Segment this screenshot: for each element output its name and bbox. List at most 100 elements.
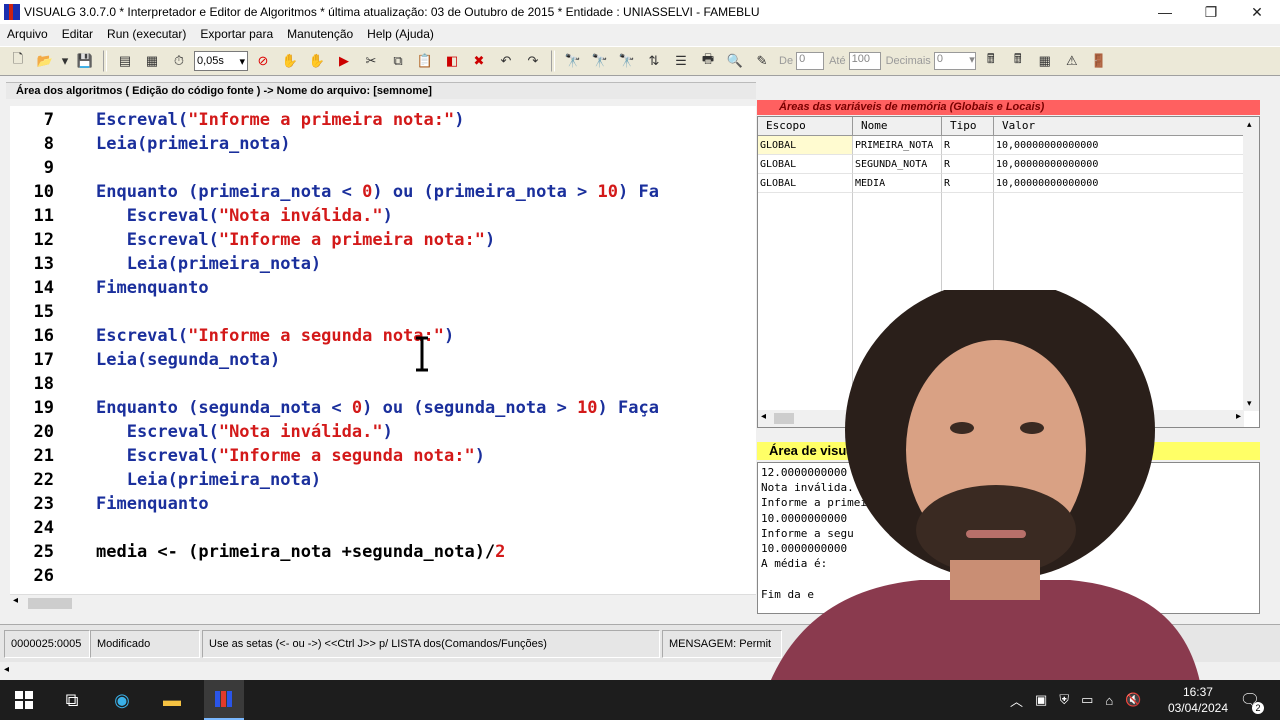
code-line[interactable]: 21 Escreval("Informe a segunda nota:") (10, 444, 756, 468)
new-file-icon[interactable]: 🗋 (6, 49, 30, 73)
save-icon[interactable]: 💾 (73, 49, 97, 73)
open-folder-icon[interactable]: 📂 (33, 49, 57, 73)
code-line[interactable]: 17 Leia(segunda_nota) (10, 348, 756, 372)
meet-now-icon[interactable]: ▣ (1035, 692, 1047, 708)
decimais-select[interactable]: 0 ▾ (933, 52, 976, 70)
code-line[interactable]: 8 Leia(primeira_nota) (10, 132, 756, 156)
stop-icon[interactable]: ⊘ (251, 49, 275, 73)
menu-arquivo[interactable]: Arquivo (0, 27, 55, 41)
code-line[interactable]: 9 (10, 156, 756, 180)
scroll-left-icon[interactable]: ◂ (4, 664, 9, 675)
var-nome[interactable]: MEDIA (853, 174, 942, 193)
code-line[interactable]: 15 (10, 300, 756, 324)
redo-icon[interactable]: ↷ (521, 49, 545, 73)
code-line[interactable]: 24 (10, 516, 756, 540)
var-escopo[interactable]: GLOBAL (758, 136, 853, 155)
battery-icon[interactable]: ▭ (1081, 692, 1093, 708)
speed-select[interactable]: 0,05s ▾ (194, 51, 248, 71)
preview-icon[interactable]: 🔍 (723, 49, 747, 73)
col-nome[interactable]: Nome (853, 117, 942, 136)
col-valor[interactable]: Valor (994, 117, 1244, 136)
notifications-icon[interactable]: 🗨 2 (1236, 686, 1264, 714)
security-icon[interactable]: ⛨ (1059, 692, 1069, 708)
menu-help[interactable]: Help (Ajuda) (360, 27, 441, 41)
menu-editar[interactable]: Editar (55, 27, 100, 41)
menu-exportar[interactable]: Exportar para (193, 27, 280, 41)
code-line[interactable]: 12 Escreval("Informe a primeira nota:") (10, 228, 756, 252)
chevron-up-icon[interactable]: ︿ (1010, 691, 1023, 710)
code-line[interactable]: 25 media <- (primeira_nota +segunda_nota)… (10, 540, 756, 564)
help-icon[interactable]: ⚠ (1060, 49, 1084, 73)
minimize-button[interactable]: — (1142, 0, 1188, 24)
undo-icon[interactable]: ↶ (494, 49, 518, 73)
var-nome[interactable]: PRIMEIRA_NOTA (853, 136, 942, 155)
delete-icon[interactable]: ✖ (467, 49, 491, 73)
code-editor[interactable]: 7 Escreval("Informe a primeira nota:") 8 Le… (10, 106, 756, 594)
var-valor[interactable]: 10,00000000000000 (994, 174, 1244, 193)
table-icon[interactable]: ▦ (1033, 49, 1057, 73)
hand-icon[interactable]: ✋ (278, 49, 302, 73)
var-valor[interactable]: 10,00000000000000 (994, 155, 1244, 174)
calculator-icon[interactable]: 🖩 (1006, 49, 1030, 73)
code-line[interactable]: 22 Leia(primeira_nota) (10, 468, 756, 492)
code-line[interactable]: 26 (10, 564, 756, 588)
find-icon[interactable]: 🔭 (561, 49, 585, 73)
var-tipo[interactable]: R (942, 174, 994, 193)
breakpoint-icon[interactable]: ✋ (305, 49, 329, 73)
code-line[interactable]: 19 Enquanto (segunda_nota < 0) ou (segund… (10, 396, 756, 420)
close-button[interactable]: ✕ (1234, 0, 1280, 24)
code-line[interactable]: 14 Fimenquanto (10, 276, 756, 300)
run-file-icon[interactable]: ▤ (113, 49, 137, 73)
step-icon[interactable]: ▦ (140, 49, 164, 73)
dropdown-arrow-icon[interactable]: ▾ (60, 49, 70, 73)
scroll-thumb[interactable] (28, 598, 72, 609)
code-line[interactable]: 11 Escreval("Nota inválida.") (10, 204, 756, 228)
scroll-left-icon[interactable]: ◂ (761, 411, 766, 422)
indent-icon[interactable]: ☰ (669, 49, 693, 73)
sort-icon[interactable]: ⇅ (642, 49, 666, 73)
edge-browser-icon[interactable]: ◉ (108, 686, 136, 714)
windows-start-icon[interactable] (10, 686, 38, 714)
var-tipo[interactable]: R (942, 136, 994, 155)
task-view-icon[interactable]: ⧉ (58, 686, 86, 714)
var-escopo[interactable]: GLOBAL (758, 155, 853, 174)
var-tipo[interactable]: R (942, 155, 994, 174)
var-nome[interactable]: SEGUNDA_NOTA (853, 155, 942, 174)
network-icon[interactable]: ⌂ (1105, 693, 1113, 708)
code-line[interactable]: 13 Leia(primeira_nota) (10, 252, 756, 276)
find-next-icon[interactable]: 🔭 (615, 49, 639, 73)
de-input[interactable]: 0 (796, 52, 825, 70)
scroll-right-icon[interactable]: ▸ (1236, 411, 1241, 422)
menu-manutencao[interactable]: Manutenção (280, 27, 360, 41)
var-escopo[interactable]: GLOBAL (758, 174, 853, 193)
scroll-left-icon[interactable]: ◂ (13, 595, 18, 606)
ate-input[interactable]: 100 (848, 52, 881, 70)
var-valor[interactable]: 10,00000000000000 (994, 136, 1244, 155)
editor-horizontal-scrollbar[interactable]: ◂ (10, 594, 756, 611)
print-icon[interactable]: 🖶 (696, 49, 720, 73)
code-line[interactable]: 16 Escreval("Informe a segunda nota:") (10, 324, 756, 348)
magic-icon[interactable]: ✎ (750, 49, 774, 73)
menu-run[interactable]: Run (executar) (100, 27, 193, 41)
comment-icon[interactable]: ◧ (440, 49, 464, 73)
visualg-taskbar-icon[interactable] (204, 680, 244, 720)
timer-icon[interactable]: ⏱ (167, 49, 191, 73)
volume-muted-icon[interactable]: 🔇 (1125, 692, 1141, 708)
code-line[interactable]: 20 Escreval("Nota inválida.") (10, 420, 756, 444)
file-explorer-icon[interactable]: ▬ (158, 686, 186, 714)
code-line[interactable]: 23 Fimenquanto (10, 492, 756, 516)
copy-icon[interactable]: ⧉ (386, 49, 410, 73)
maximize-button[interactable]: ❐ (1188, 0, 1234, 24)
variables-vertical-scrollbar[interactable]: ▴ ▾ (1243, 117, 1259, 411)
taskbar-clock[interactable]: 16:37 03/04/2024 (1168, 684, 1228, 716)
code-line[interactable]: 10 Enquanto (primeira_nota < 0) ou (prime… (10, 180, 756, 204)
scroll-up-icon[interactable]: ▴ (1247, 119, 1252, 130)
calc-icon[interactable]: 🖩 (979, 49, 1003, 73)
exit-icon[interactable]: 🚪 (1087, 49, 1111, 73)
scroll-down-icon[interactable]: ▾ (1247, 398, 1252, 409)
paste-icon[interactable]: 📋 (413, 49, 437, 73)
find-replace-icon[interactable]: 🔭 (588, 49, 612, 73)
run-icon[interactable]: ▶ (332, 49, 356, 73)
code-line[interactable]: 7 Escreval("Informe a primeira nota:") (10, 108, 756, 132)
col-escopo[interactable]: Escopo (758, 117, 853, 136)
